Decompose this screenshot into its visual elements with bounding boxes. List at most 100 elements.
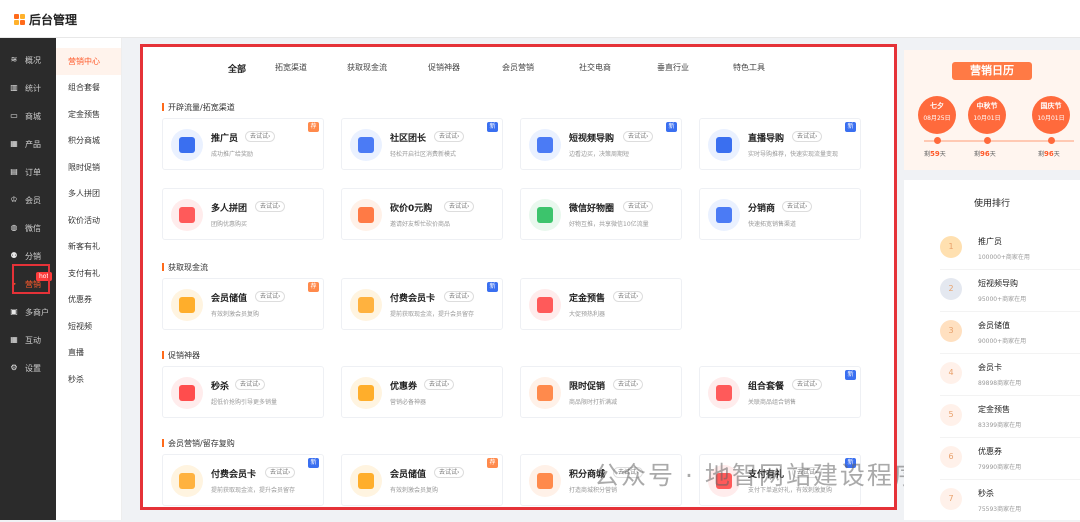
ranking-item[interactable]: 6 优惠券 79990商家在用 xyxy=(940,438,1080,480)
try-button[interactable]: 去试试› xyxy=(444,201,475,212)
ranking-name: 推广员 xyxy=(978,237,1002,246)
icon-glyph xyxy=(179,297,195,313)
try-button[interactable]: 去试试› xyxy=(434,467,465,478)
rank-number: 6 xyxy=(940,446,962,468)
sidebar-item-label: 分销 xyxy=(25,251,41,261)
feature-card[interactable]: 会员储值 去试试› 有效刺激会员复购 荐 xyxy=(162,278,324,330)
subnav-item[interactable]: 支付有礼 xyxy=(56,260,121,287)
feature-card[interactable]: 组合套餐 去试试› 关联商品组合销售 新 xyxy=(699,366,861,418)
ranking-item[interactable]: 7 秒杀 75593商家在用 xyxy=(940,480,1080,522)
ranking-item[interactable]: 2 短视频导购 95000+商家在用 xyxy=(940,270,1080,312)
feature-card[interactable]: 优惠券 去试试› 营销必备神器 xyxy=(341,366,503,418)
festival-bubble[interactable]: 七夕 08月25日 xyxy=(918,96,956,134)
subnav-item[interactable]: 短视频 xyxy=(56,313,121,340)
card-description: 有效刺激会员复购 xyxy=(211,311,260,318)
feature-card[interactable]: 砍价0元购 去试试› 邀请好友帮忙砍价商品 xyxy=(341,188,503,240)
sidebar-item-6[interactable]: ◍ 微信 xyxy=(0,214,56,242)
feature-card[interactable]: 短视频导购 去试试› 边看边买，决策周期短 新 xyxy=(520,118,682,170)
card-tag-badge: 新 xyxy=(666,122,677,132)
subnav-item[interactable]: 营销中心 xyxy=(56,48,121,75)
ranking-item[interactable]: 1 推广员 100000+商家在用 xyxy=(940,228,1080,270)
crown-icon: ♔ xyxy=(10,195,18,204)
card-tag-badge: 荐 xyxy=(308,122,319,132)
festival-bubble[interactable]: 中秋节 10月01日 xyxy=(968,96,1006,134)
medal-icon: 3 xyxy=(940,320,962,342)
card-description: 轻松开启社区消费新模式 xyxy=(390,151,457,158)
feature-card[interactable]: 社区团长 去试试› 轻松开启社区消费新模式 新 xyxy=(341,118,503,170)
sidebar-item-2[interactable]: ▭ 商城 xyxy=(0,102,56,130)
feature-card[interactable]: 秒杀 去试试› 超低价抢购引导更多销量 xyxy=(162,366,324,418)
subnav-item[interactable]: 秒杀 xyxy=(56,366,121,393)
try-button[interactable]: 去试试› xyxy=(235,379,266,390)
try-button[interactable]: 去试试› xyxy=(255,291,286,302)
tab-5[interactable]: 社交电商 xyxy=(556,62,634,75)
try-button[interactable]: 去试试› xyxy=(265,467,296,478)
try-button[interactable]: 去试试› xyxy=(792,131,823,142)
tab-2[interactable]: 获取现金流 xyxy=(326,62,408,75)
sidebar-item-1[interactable]: ▥ 统计 xyxy=(0,74,56,102)
users-icon: ⚉ xyxy=(10,251,18,260)
feature-card[interactable]: 付费会员卡 去试试› 提前获取现金流，提升会员留存 新 xyxy=(341,278,503,330)
subnav-item[interactable]: 多人拼团 xyxy=(56,181,121,208)
subnav-item[interactable]: 新客有礼 xyxy=(56,234,121,261)
feature-card[interactable]: 定金预售 去试试› 大促预热利器 xyxy=(520,278,682,330)
subnav-item[interactable]: 限时促销 xyxy=(56,154,121,181)
tab-3[interactable]: 促销神器 xyxy=(408,62,480,75)
subnav-item[interactable]: 直播 xyxy=(56,340,121,367)
subnav-item[interactable]: 积分商城 xyxy=(56,128,121,155)
interaction-icon: ▦ xyxy=(10,335,18,344)
sidebar-item-label: 会员 xyxy=(25,195,41,205)
tab-6[interactable]: 垂直行业 xyxy=(634,62,712,75)
sidebar-item-9[interactable]: ▣ 多商户 xyxy=(0,298,56,326)
sidebar-item-3[interactable]: ▦ 产品 xyxy=(0,130,56,158)
subnav-item[interactable]: 定金预售 xyxy=(56,101,121,128)
medal-icon: 2 xyxy=(940,278,962,300)
ranking-name: 会员储值 xyxy=(978,321,1010,330)
festival-bubble[interactable]: 国庆节 10月01日 xyxy=(1032,96,1070,134)
card-description: 成功推广给奖励 xyxy=(211,151,254,158)
sidebar-item-4[interactable]: ▤ 订单 xyxy=(0,158,56,186)
feature-card[interactable]: 会员储值 去试试› 有效刺激会员复购 荐 xyxy=(341,454,503,506)
feature-card[interactable]: 微信好物圈 去试试› 好物互推，共享微信10亿流量 xyxy=(520,188,682,240)
app-title: 后台管理 xyxy=(29,13,78,27)
ranking-title: 使用排行 xyxy=(973,199,1010,209)
try-button[interactable]: 去试试› xyxy=(613,291,644,302)
try-button[interactable]: 去试试› xyxy=(255,201,286,212)
feature-card[interactable]: 限时促销 去试试› 商品限时打折满减 xyxy=(520,366,682,418)
try-button[interactable]: 去试试› xyxy=(623,131,654,142)
subnav-item[interactable]: 砍价活动 xyxy=(56,207,121,234)
try-button[interactable]: 去试试› xyxy=(623,201,654,212)
feature-card[interactable]: 分销商 去试试› 快速拓宽销售渠道 xyxy=(699,188,861,240)
order-icon: ▤ xyxy=(10,167,18,176)
discount-icon xyxy=(529,377,561,409)
try-button[interactable]: 去试试› xyxy=(782,201,813,212)
feature-card[interactable]: 推广员 去试试› 成功推广给奖励 荐 xyxy=(162,118,324,170)
try-button[interactable]: 去试试› xyxy=(444,291,475,302)
try-button[interactable]: 去试试› xyxy=(424,379,455,390)
sidebar-item-5[interactable]: ♔ 会员 xyxy=(0,186,56,214)
try-button[interactable]: 去试试› xyxy=(245,131,276,142)
try-button[interactable]: 去试试› xyxy=(792,379,823,390)
tab-0[interactable]: 全部 xyxy=(218,62,256,75)
sidebar-item-11[interactable]: ⚙ 设置 xyxy=(0,354,56,382)
app-logo[interactable]: 后台管理 xyxy=(14,11,77,28)
feature-card[interactable]: 多人拼团 去试试› 团购优惠购买 xyxy=(162,188,324,240)
card-tag-badge: 新 xyxy=(308,458,319,468)
try-button[interactable]: 去试试› xyxy=(613,379,644,390)
card-tag-badge: 新 xyxy=(845,370,856,380)
subnav-item[interactable]: 优惠券 xyxy=(56,287,121,314)
feature-card[interactable]: 直播导购 去试试› 实时导购推荐，快速实现流量变现 新 xyxy=(699,118,861,170)
tab-1[interactable]: 拓宽渠道 xyxy=(256,62,326,75)
tab-4[interactable]: 会员营销 xyxy=(480,62,556,75)
ranking-item[interactable]: 3 会员储值 90000+商家在用 xyxy=(940,312,1080,354)
store-icon: ▭ xyxy=(10,111,18,120)
try-button[interactable]: 去试试› xyxy=(434,131,465,142)
card-title: 定金预售 xyxy=(569,294,606,304)
tab-7[interactable]: 特色工具 xyxy=(712,62,786,75)
feature-card[interactable]: 付费会员卡 去试试› 提前获取现金流，提升会员留存 新 xyxy=(162,454,324,506)
ranking-item[interactable]: 5 定金预售 83399商家在用 xyxy=(940,396,1080,438)
subnav-item[interactable]: 组合套餐 xyxy=(56,75,121,102)
sidebar-item-10[interactable]: ▦ 互动 xyxy=(0,326,56,354)
sidebar-item-0[interactable]: ≋ 概况 xyxy=(0,46,56,74)
ranking-item[interactable]: 4 会员卡 89898商家在用 xyxy=(940,354,1080,396)
